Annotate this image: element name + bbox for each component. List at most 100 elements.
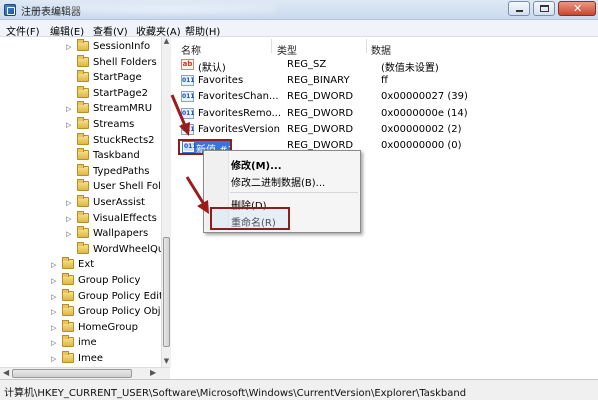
value-row[interactable]: 011 Favorites REG_BINARY ff xyxy=(181,73,581,89)
scrollbar-thumb[interactable] xyxy=(163,237,170,347)
folder-icon xyxy=(62,273,74,285)
value-data: 0x00000027 (39) xyxy=(381,91,468,103)
expand-arrow-icon[interactable]: ▷ xyxy=(51,308,56,316)
value-data: (数值未设置) xyxy=(381,63,439,74)
expand-arrow-icon[interactable]: ▷ xyxy=(66,105,71,113)
arrow-to-new-value-icon xyxy=(170,94,190,136)
scroll-down-icon[interactable]: ▼ xyxy=(162,357,171,367)
folder-icon xyxy=(77,163,89,176)
expand-arrow-icon[interactable]: ▷ xyxy=(51,261,56,269)
folder-icon xyxy=(77,132,89,145)
expand-arrow-icon[interactable]: ▷ xyxy=(66,230,71,238)
tree-item-label: Taskband xyxy=(93,150,140,162)
minimize-button[interactable] xyxy=(508,1,530,16)
menu-view[interactable]: 查看(V) xyxy=(93,23,128,38)
status-bar: 计算机\HKEY_CURRENT_USER\Software\Microsoft… xyxy=(0,379,598,400)
value-type: REG_DWORD xyxy=(287,107,354,119)
string-value-icon: ab xyxy=(181,59,194,70)
expand-arrow-icon[interactable]: ▷ xyxy=(51,355,56,363)
column-header-type[interactable]: 类型 xyxy=(277,42,297,57)
column-header-name[interactable]: 名称 xyxy=(181,42,201,57)
expand-arrow-icon[interactable]: ▷ xyxy=(51,293,56,301)
folder-icon xyxy=(77,85,89,98)
blurred-title-overlay xyxy=(66,4,276,14)
tree-item-label: Group Policy Obje xyxy=(78,306,167,318)
minimize-icon xyxy=(516,10,523,12)
registry-app-icon xyxy=(4,4,16,16)
tree-item-label: StuckRects2 xyxy=(93,134,155,146)
folder-icon xyxy=(62,319,74,332)
context-modify-binary[interactable]: 修改二进制数据(B)... xyxy=(231,174,325,189)
rename-highlight-box xyxy=(210,207,290,230)
tree-item-label: Group Policy Edito xyxy=(78,290,170,302)
registry-editor-window: 注册表编辑器 ✕ 文件(F) 编辑(E) 查看(V) 收藏夹(A) 帮助(H) … xyxy=(0,0,598,400)
tree-item-label: Shell Folders xyxy=(93,56,157,68)
folder-icon xyxy=(77,117,89,129)
value-data: ff xyxy=(381,75,388,87)
tree-item-label: UserAssist xyxy=(93,197,145,208)
expand-arrow-icon[interactable]: ▷ xyxy=(66,43,71,51)
scroll-left-icon[interactable]: ◀ xyxy=(3,368,9,377)
status-path: 计算机\HKEY_CURRENT_USER\Software\Microsoft… xyxy=(4,388,467,399)
value-type: REG_DWORD xyxy=(287,123,354,135)
expand-arrow-icon[interactable]: ▷ xyxy=(51,324,56,332)
value-row[interactable]: 011 FavoritesRemo... REG_DWORD 0x0000000e (… xyxy=(181,106,581,122)
value-data: 0x00000000 (0) xyxy=(381,140,462,151)
folder-icon xyxy=(77,54,89,67)
folder-icon xyxy=(77,241,89,254)
arrow-to-rename-icon xyxy=(185,176,209,214)
tree-item-label: StreamMRU xyxy=(93,103,153,115)
tree-item-label: SessionInfo xyxy=(93,41,151,52)
tree-item-label: ime xyxy=(78,337,97,349)
folder-icon xyxy=(77,195,89,207)
value-row[interactable]: ab (默认) REG_SZ (数值未设置) xyxy=(181,57,581,74)
value-data: 0x00000002 (2) xyxy=(381,123,462,135)
tree-item-label: HomeGroup xyxy=(78,321,138,333)
menu-bar: 文件(F) 编辑(E) 查看(V) 收藏夹(A) 帮助(H) xyxy=(0,20,598,38)
column-header-data[interactable]: 数据 xyxy=(371,42,391,57)
tree-vertical-scrollbar[interactable]: ▲ ▼ xyxy=(161,37,171,367)
close-button[interactable]: ✕ xyxy=(558,1,596,16)
expand-arrow-icon[interactable]: ▷ xyxy=(66,121,71,129)
close-icon: ✕ xyxy=(573,2,583,15)
folder-icon xyxy=(62,304,74,317)
context-modify[interactable]: 修改(M)... xyxy=(231,157,282,172)
value-type: REG_DWORD xyxy=(287,91,354,103)
menu-edit[interactable]: 编辑(E) xyxy=(50,23,84,38)
folder-icon xyxy=(77,148,89,161)
tree-horizontal-scrollbar[interactable]: ◀ ▶ xyxy=(0,367,170,379)
binary-value-icon: 011 xyxy=(181,75,195,87)
expand-arrow-icon[interactable]: ▷ xyxy=(51,339,56,347)
expand-arrow-icon[interactable]: ▷ xyxy=(66,215,71,223)
expand-arrow-icon[interactable]: ▷ xyxy=(66,199,71,207)
menu-file[interactable]: 文件(F) xyxy=(6,23,40,38)
tree-item-label: User Shell Folc xyxy=(93,181,167,193)
value-type: REG_SZ xyxy=(287,59,327,70)
menu-favorites[interactable]: 收藏夹(A) xyxy=(136,23,181,38)
scroll-up-icon[interactable]: ▲ xyxy=(162,37,171,47)
value-name: FavoritesVersion xyxy=(198,123,280,135)
value-name: Favorites xyxy=(198,75,244,87)
value-type: REG_BINARY xyxy=(287,75,350,87)
folder-icon xyxy=(77,210,89,223)
value-row[interactable]: 011 FavoritesChan... REG_DWORD 0x00000027 (… xyxy=(181,89,581,105)
hscrollbar-thumb[interactable] xyxy=(12,369,132,378)
context-separator xyxy=(230,192,358,193)
tree-item-label: Streams xyxy=(93,119,135,130)
tree-item-label: Wallpapers xyxy=(93,228,149,240)
expand-arrow-icon[interactable]: ▷ xyxy=(51,277,56,285)
tree-item-label: Imee xyxy=(78,353,103,364)
tree-item-label: Ext xyxy=(78,259,95,271)
tree-item-label: StartPage xyxy=(93,72,142,84)
menu-help[interactable]: 帮助(H) xyxy=(185,23,220,38)
maximize-button[interactable] xyxy=(533,1,555,16)
value-name: (默认) xyxy=(198,63,226,74)
tree-item-label: VisualEffects xyxy=(93,212,157,224)
title-bar: 注册表编辑器 ✕ xyxy=(0,0,598,20)
folder-icon xyxy=(62,257,74,270)
tree-item-label: StartPage2 xyxy=(93,87,148,99)
tree-item-label: WordWheelQu xyxy=(93,243,165,255)
scroll-right-icon[interactable]: ▶ xyxy=(150,368,156,377)
value-row[interactable]: 011FavoritesVersionREG_DWORD0x00000002 (… xyxy=(181,122,581,138)
value-name: FavoritesRemo... xyxy=(198,107,282,119)
